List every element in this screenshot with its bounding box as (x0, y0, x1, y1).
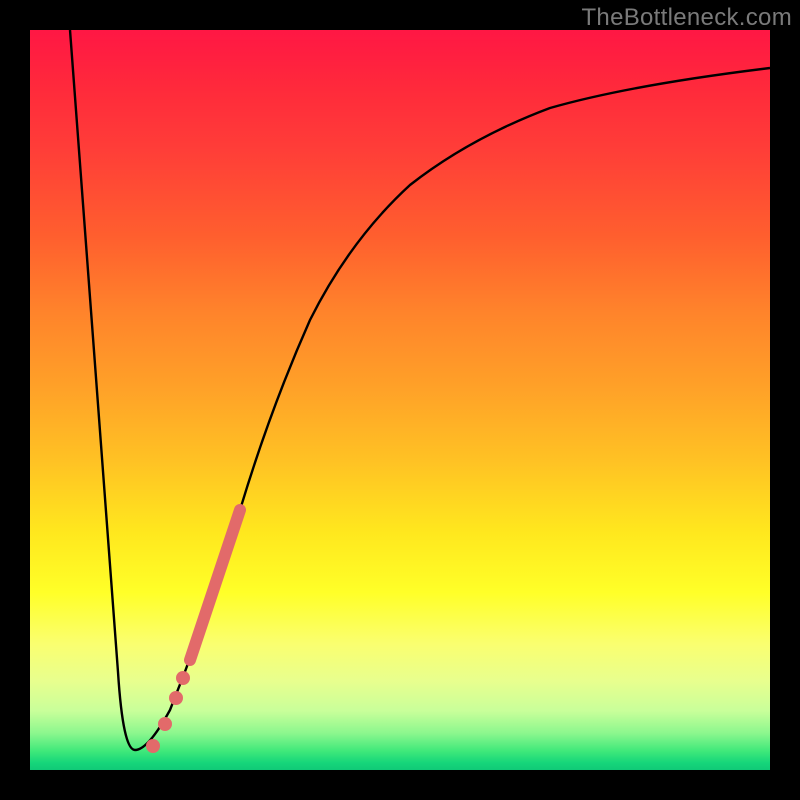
bottleneck-curve (70, 30, 770, 750)
plot-area (30, 30, 770, 770)
highlight-dot (158, 717, 172, 731)
highlight-dot (176, 671, 190, 685)
highlight-segment (190, 510, 240, 660)
watermark-text: TheBottleneck.com (581, 4, 792, 32)
curve-layer (30, 30, 770, 770)
highlight-dot (146, 739, 160, 753)
highlight-dot (169, 691, 183, 705)
chart-frame: TheBottleneck.com (0, 0, 800, 800)
